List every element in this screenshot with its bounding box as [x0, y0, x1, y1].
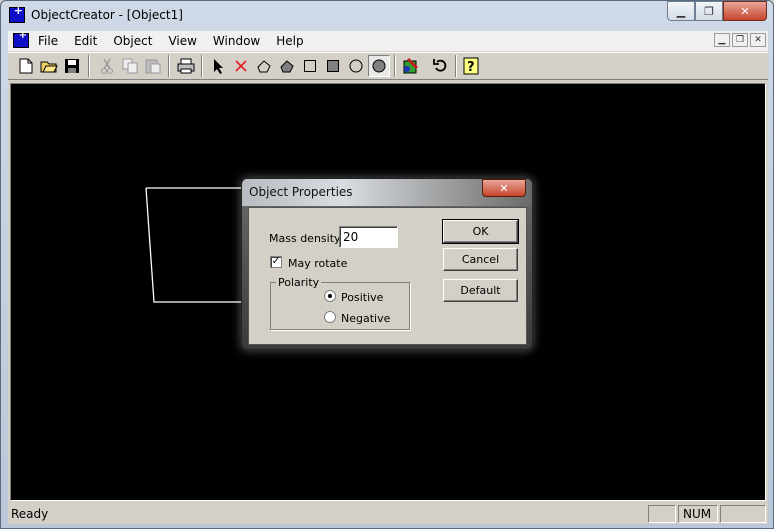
polygon-outline-icon	[257, 60, 271, 73]
object-properties-dialog: Object Properties ✕ Mass density: ✓ May …	[241, 178, 533, 350]
may-rotate-checkbox[interactable]: ✓	[270, 256, 282, 268]
close-icon: ✕	[499, 181, 509, 195]
polarity-positive-label: Positive	[341, 291, 384, 304]
menu-file[interactable]: File	[38, 34, 58, 48]
rectangle-filled-tool-button[interactable]	[322, 55, 344, 77]
polarity-positive-radio[interactable]	[324, 290, 336, 302]
polarity-label: Polarity	[276, 276, 322, 289]
polygon-filled-tool-button[interactable]	[276, 55, 298, 77]
ok-button[interactable]: OK	[442, 219, 519, 244]
rotate-icon	[433, 59, 447, 72]
rotate-button[interactable]	[429, 55, 451, 77]
doc-restore-button[interactable]: ❐	[732, 33, 748, 47]
maximize-icon: ❐	[704, 4, 714, 18]
circle-outline-tool-button[interactable]	[345, 55, 367, 77]
document-icon[interactable]	[13, 30, 29, 48]
paste-icon	[145, 59, 161, 74]
default-button[interactable]: Default	[443, 279, 518, 302]
mass-density-label: Mass density:	[269, 232, 344, 245]
toolbar: ?	[8, 52, 768, 80]
circle-filled-tool-button[interactable]	[368, 55, 390, 77]
open-button[interactable]	[38, 55, 60, 77]
menu-window[interactable]: Window	[213, 34, 260, 48]
select-arrow-icon	[214, 59, 223, 74]
svg-text:?: ?	[467, 60, 475, 75]
circle-outline-icon	[349, 59, 363, 73]
status-text: Ready	[11, 507, 49, 521]
minimize-icon: ▁	[676, 4, 686, 18]
rectangle-outline-tool-button[interactable]	[299, 55, 321, 77]
doc-minimize-button[interactable]: ▁	[714, 33, 730, 47]
status-pane-extra	[720, 505, 766, 523]
cancel-button[interactable]: Cancel	[443, 248, 518, 271]
status-pane-empty	[648, 505, 676, 523]
new-button[interactable]	[15, 55, 37, 77]
circle-filled-icon	[372, 59, 386, 73]
window-title: ObjectCreator - [Object1]	[31, 8, 183, 22]
app-icon[interactable]	[9, 4, 25, 23]
select-tool-button[interactable]	[207, 55, 229, 77]
cut-icon	[101, 58, 113, 74]
cut-button[interactable]	[96, 55, 118, 77]
close-icon: ✕	[740, 4, 750, 18]
paint-icon	[403, 57, 419, 74]
dialog-title: Object Properties	[249, 185, 353, 199]
polarity-negative-radio[interactable]	[324, 311, 336, 323]
menu-bar: File Edit Object View Window Help ▁ ❐ ✕	[8, 30, 768, 51]
minimize-button[interactable]: ▁	[667, 1, 695, 21]
polygon-filled-icon	[280, 60, 294, 73]
dialog-body: Mass density: ✓ May rotate Polarity Posi…	[248, 207, 527, 345]
close-button[interactable]: ✕	[723, 1, 767, 21]
open-folder-icon	[40, 61, 58, 73]
mass-density-input[interactable]	[339, 226, 398, 248]
polygon-outline-tool-button[interactable]	[253, 55, 275, 77]
maximize-button[interactable]: ❐	[695, 1, 723, 21]
num-lock-indicator: NUM	[678, 505, 718, 523]
print-button[interactable]	[175, 55, 197, 77]
delete-x-icon	[235, 60, 247, 72]
copy-icon	[122, 58, 138, 74]
paste-button[interactable]	[142, 55, 164, 77]
status-bar: Ready NUM	[8, 503, 768, 524]
paint-button[interactable]	[400, 55, 422, 77]
help-icon: ?	[463, 57, 479, 75]
new-file-icon	[19, 58, 33, 74]
doc-close-button[interactable]: ✕	[750, 33, 766, 47]
menu-help[interactable]: Help	[276, 34, 303, 48]
delete-tool-button[interactable]	[230, 55, 252, 77]
dialog-close-button[interactable]: ✕	[482, 179, 526, 197]
rectangle-outline-icon	[304, 60, 316, 72]
save-icon	[65, 59, 79, 73]
menu-edit[interactable]: Edit	[74, 34, 97, 48]
copy-button[interactable]	[119, 55, 141, 77]
menu-view[interactable]: View	[168, 34, 196, 48]
rectangle-filled-icon	[327, 60, 339, 72]
menu-object[interactable]: Object	[113, 34, 152, 48]
title-bar[interactable]: ObjectCreator - [Object1] ▁ ❐ ✕	[1, 1, 773, 31]
help-button[interactable]: ?	[460, 55, 482, 77]
print-icon	[177, 58, 195, 74]
may-rotate-label: May rotate	[288, 257, 348, 270]
drawn-polygon	[145, 187, 243, 303]
polarity-negative-label: Negative	[341, 312, 391, 325]
save-button[interactable]	[61, 55, 83, 77]
